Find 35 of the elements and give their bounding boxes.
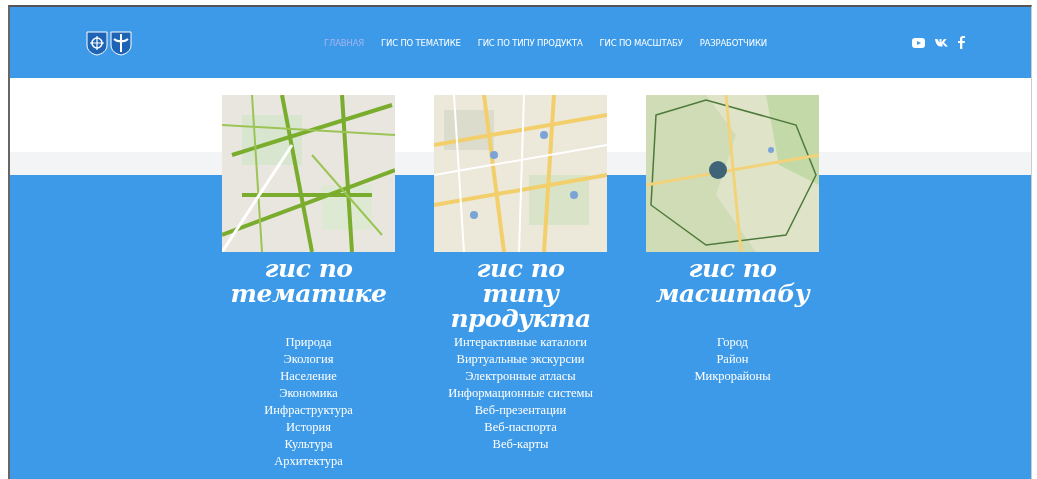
section-title: продукта — [450, 306, 591, 331]
category-link[interactable]: История — [286, 419, 331, 436]
category-link[interactable]: Экономика — [279, 385, 338, 402]
category-link[interactable]: Экология — [283, 351, 334, 368]
nav-link[interactable]: ГИС ПО МАСШТАБУ — [599, 37, 683, 48]
category-link[interactable]: Веб-карты — [492, 436, 549, 453]
category-link[interactable]: Информационные системы — [448, 385, 593, 402]
nav-link[interactable]: РАЗРАБОТЧИКИ — [699, 37, 767, 48]
section-title: гис по — [476, 256, 565, 281]
shield-icon — [86, 29, 108, 56]
shield-icon — [110, 29, 132, 56]
category-link[interactable]: Веб-презентации — [474, 402, 567, 419]
category-link[interactable]: Веб-паспорта — [484, 419, 557, 436]
category-link[interactable]: Архитектура — [274, 453, 343, 470]
category-link[interactable]: Микрорайоны — [694, 368, 771, 385]
category-link[interactable]: Интерактивные каталоги — [454, 334, 587, 351]
category-link[interactable]: Город — [717, 334, 748, 351]
category-link[interactable]: Инфраструктура — [264, 402, 353, 419]
vk-icon[interactable] — [935, 38, 948, 47]
category-link[interactable]: Культура — [284, 436, 333, 453]
section-title: тематике — [230, 281, 387, 306]
youtube-icon[interactable] — [912, 37, 925, 48]
category-link[interactable]: Виртуальные экскурсии — [456, 351, 585, 368]
category-link[interactable]: Электронные атласы — [465, 368, 576, 385]
facebook-icon[interactable] — [958, 36, 965, 49]
category-link[interactable]: Природа — [285, 334, 332, 351]
category-link[interactable]: Район — [716, 351, 749, 368]
section-title: гис по — [688, 256, 777, 281]
nav-link[interactable]: ГИС ПО ТЕМАТИКЕ — [381, 37, 461, 48]
section-title: типу — [482, 281, 559, 306]
nav-link[interactable]: ГЛАВНАЯ — [324, 37, 364, 48]
nav-link[interactable]: ГИС ПО ТИПУ ПРОДУКТА — [477, 37, 583, 48]
section-title: масштабу — [655, 281, 810, 306]
category-link[interactable]: Население — [280, 368, 337, 385]
section-title: гис по — [264, 256, 353, 281]
